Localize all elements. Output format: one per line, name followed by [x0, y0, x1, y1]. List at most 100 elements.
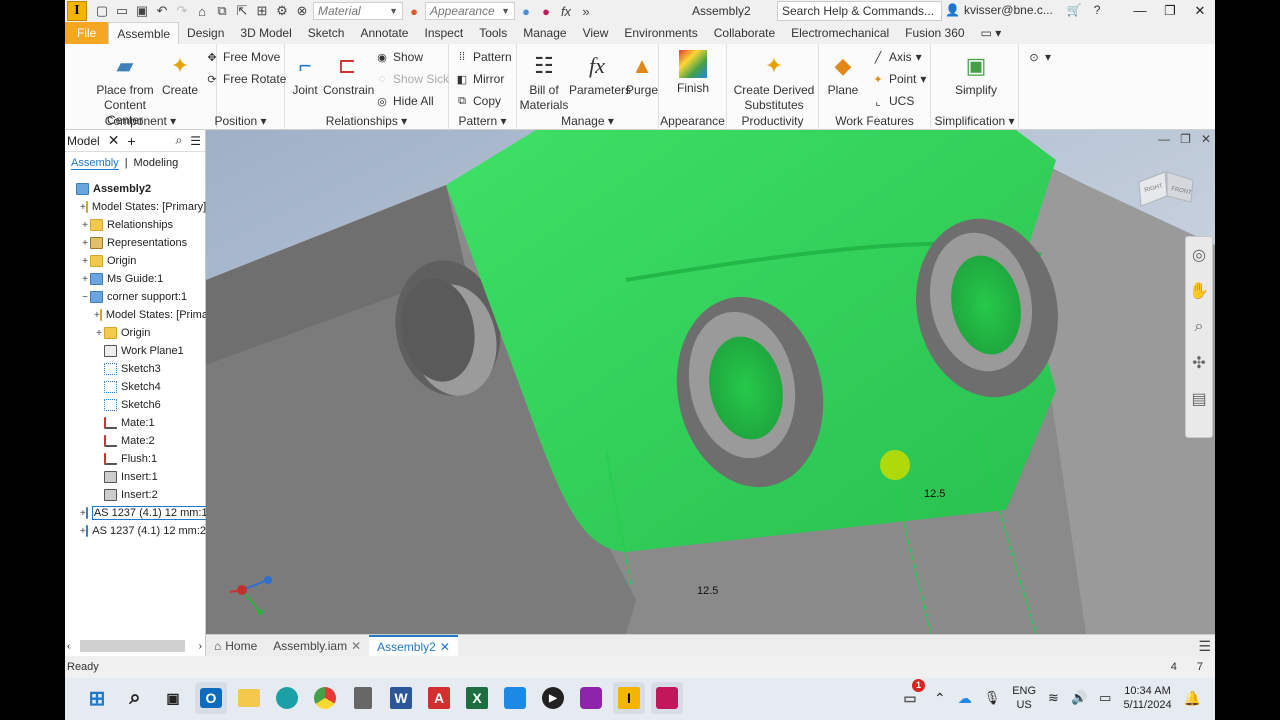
- teams-chat-icon[interactable]: [575, 682, 607, 714]
- simplify-button[interactable]: ▣ Simplify: [951, 50, 1001, 98]
- new-icon[interactable]: ▢: [93, 2, 111, 20]
- language-indicator[interactable]: ENG US: [1012, 684, 1036, 712]
- ribbon-extra-dropdown[interactable]: ⊙ ▾: [1027, 50, 1051, 64]
- joint-button[interactable]: ⌐ Joint: [287, 50, 323, 98]
- tab-file[interactable]: File: [65, 22, 109, 44]
- tree-node[interactable]: + AS 1237 (4.1) 12 mm:2: [65, 522, 206, 540]
- tab-tools[interactable]: Tools: [471, 22, 515, 44]
- volume-icon[interactable]: 🔊: [1071, 690, 1087, 706]
- onedrive-icon[interactable]: ☁: [958, 690, 972, 707]
- free-move-button[interactable]: ✥ Free Move: [205, 50, 280, 64]
- clear-appearance-icon[interactable]: ●: [537, 2, 555, 20]
- acrobat-icon[interactable]: A: [423, 682, 455, 714]
- tree-node[interactable]: Mate:1: [65, 414, 206, 432]
- tree-node[interactable]: + Model States: [Primary]: [65, 198, 206, 216]
- notification-app-icon[interactable]: ▭ 1: [898, 679, 925, 714]
- calculator-icon[interactable]: [347, 682, 379, 714]
- fx-icon[interactable]: fx: [557, 2, 575, 20]
- show-button[interactable]: ◉ Show: [375, 50, 423, 64]
- steering-wheel-icon[interactable]: ◎: [1186, 237, 1212, 273]
- tree-node[interactable]: + Origin: [65, 324, 206, 342]
- doc-tab-assembly-iam[interactable]: Assembly.iam ✕: [265, 635, 369, 657]
- document-menu-icon[interactable]: ☰: [1198, 638, 1211, 655]
- point-button[interactable]: ✦ Point ▾: [871, 72, 926, 86]
- browser-scrollbar[interactable]: ‹ ›: [65, 638, 206, 654]
- measure-icon[interactable]: ⊞: [253, 2, 271, 20]
- tab-environments[interactable]: Environments: [616, 22, 705, 44]
- update-icon[interactable]: ⧉: [213, 2, 231, 20]
- adjust-icon[interactable]: ●: [517, 2, 535, 20]
- tree-node[interactable]: + Origin: [65, 252, 206, 270]
- tab-sketch[interactable]: Sketch: [300, 22, 353, 44]
- settings-icon[interactable]: ⚙: [273, 2, 291, 20]
- tree-node[interactable]: + Model States: [Primary]: [65, 306, 220, 324]
- task-view-icon[interactable]: ▣: [157, 682, 189, 714]
- inventor-logo[interactable]: I: [67, 1, 87, 21]
- tree-node[interactable]: + Ms Guide:1: [65, 270, 206, 288]
- bell-icon[interactable]: 🔔: [1184, 690, 1201, 707]
- maximize-view-icon[interactable]: ❐: [1180, 132, 1191, 146]
- expand-icon[interactable]: +: [80, 220, 90, 231]
- purge-button[interactable]: ▲ Purge: [625, 50, 659, 98]
- doc-tab-assembly2[interactable]: Assembly2 ✕: [369, 634, 458, 657]
- undo-icon[interactable]: ↶: [153, 2, 171, 20]
- expand-icon[interactable]: +: [94, 310, 100, 321]
- panel-title-pattern[interactable]: Pattern ▾: [449, 114, 516, 128]
- tree-node[interactable]: Sketch6: [65, 396, 206, 414]
- home-icon[interactable]: ⌂: [193, 2, 211, 20]
- file-explorer-icon[interactable]: [233, 682, 265, 714]
- open-icon[interactable]: ▭: [113, 2, 131, 20]
- cancel-icon[interactable]: ⊗: [293, 2, 311, 20]
- tree-node[interactable]: Sketch3: [65, 360, 206, 378]
- material-dropdown[interactable]: Material ▼: [313, 2, 403, 20]
- close-icon[interactable]: ✕: [351, 639, 361, 653]
- bill-of-materials-button[interactable]: ☷ Bill of Materials: [519, 50, 569, 113]
- microphone-icon[interactable]: 🎙: [984, 690, 1001, 706]
- excel-icon[interactable]: X: [461, 682, 493, 714]
- tab-design[interactable]: Design: [179, 22, 232, 44]
- tab-inspect[interactable]: Inspect: [416, 22, 471, 44]
- edge-icon[interactable]: [271, 682, 303, 714]
- tree-node[interactable]: Mate:2: [65, 432, 206, 450]
- zoom-icon[interactable]: ⌕: [1186, 309, 1212, 345]
- word-icon[interactable]: W: [385, 682, 417, 714]
- select-icon[interactable]: ⇱: [233, 2, 251, 20]
- search-icon[interactable]: ⌕: [176, 133, 183, 148]
- ucs-button[interactable]: ⌞ UCS: [871, 94, 914, 108]
- minimize-icon[interactable]: —: [1125, 0, 1155, 22]
- appearance-dropdown[interactable]: Appearance ▼: [425, 2, 515, 20]
- tab-manage[interactable]: Manage: [515, 22, 574, 44]
- add-icon[interactable]: +: [127, 133, 135, 149]
- axis-button[interactable]: ╱ Axis ▾: [871, 50, 922, 64]
- expand-icon[interactable]: +: [80, 256, 90, 267]
- parameters-button[interactable]: fx Parameters: [569, 50, 631, 98]
- wifi-icon[interactable]: ≋: [1048, 690, 1059, 706]
- redo-icon[interactable]: ↷: [173, 2, 191, 20]
- orbit-icon[interactable]: ✣: [1186, 345, 1212, 381]
- look-at-icon[interactable]: ▤: [1186, 381, 1212, 417]
- finish-button[interactable]: Finish: [671, 50, 715, 96]
- free-rotate-button[interactable]: ⟳ Free Rotate: [205, 72, 286, 86]
- expand-icon[interactable]: +: [80, 202, 86, 213]
- expand-icon[interactable]: +: [80, 526, 86, 537]
- tree-node[interactable]: Sketch4: [65, 378, 206, 396]
- ribbon-options-icon[interactable]: ▭ ▾: [973, 22, 1010, 44]
- panel-title-component[interactable]: Component ▾: [65, 114, 216, 128]
- scroll-thumb[interactable]: [80, 640, 185, 652]
- expand-icon[interactable]: +: [80, 238, 90, 249]
- mirror-button[interactable]: ◧ Mirror: [455, 72, 505, 86]
- subtab-assembly[interactable]: Assembly: [71, 157, 119, 170]
- hide-all-button[interactable]: ◎ Hide All: [375, 94, 434, 108]
- media-player-icon[interactable]: ▶: [537, 682, 569, 714]
- user-account[interactable]: 👤 kvisser@bne.c... 🛒?: [945, 3, 1100, 17]
- more-icon[interactable]: »: [577, 2, 595, 20]
- tree-node[interactable]: − corner support:1: [65, 288, 206, 306]
- search-icon[interactable]: ⌕: [119, 682, 151, 714]
- viewcube[interactable]: RIGHT FRONT: [1137, 168, 1197, 208]
- tree-node[interactable]: Insert:2: [65, 486, 206, 504]
- tab-electromechanical[interactable]: Electromechanical: [783, 22, 897, 44]
- help-search-input[interactable]: Search Help & Commands...: [777, 1, 942, 21]
- constrain-button[interactable]: ⊏ Constrain: [323, 50, 374, 98]
- start-icon[interactable]: ⊞: [81, 682, 113, 714]
- cart-icon[interactable]: 🛒: [1067, 3, 1082, 17]
